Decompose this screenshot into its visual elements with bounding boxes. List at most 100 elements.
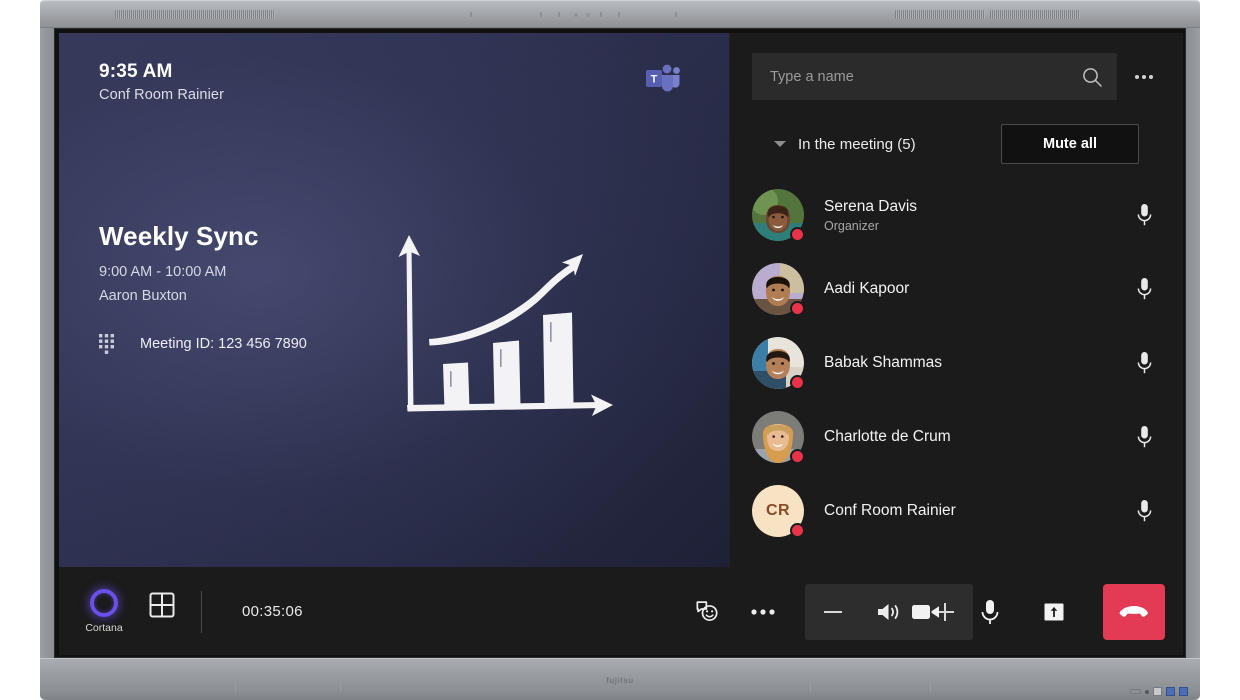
participant-name: Conf Room Rainier — [824, 502, 956, 519]
bar-chart-growth-illustration-icon — [389, 226, 629, 438]
status-badge — [790, 227, 805, 242]
participant-text: Conf Room Rainier — [824, 502, 1107, 520]
toolbar-right — [897, 583, 1165, 640]
meeting-stage: 9:35 AM Conf Room Rainier T Weekly Sync … — [59, 33, 729, 567]
microphone-icon[interactable] — [1127, 203, 1161, 227]
usb3-port-icon — [1179, 687, 1188, 696]
microphone-icon[interactable] — [1127, 277, 1161, 301]
participants-list: Serena Davis Organizer Aadi Kapoor Babak… — [730, 164, 1183, 567]
gallery-layout-icon[interactable] — [149, 592, 175, 618]
toolbar-left: Cortana 00:35:06 — [81, 589, 303, 634]
usb3-port-icon — [1166, 687, 1175, 696]
avatar — [752, 189, 805, 242]
cortana-ring-icon — [90, 589, 118, 617]
device-left-bezel — [40, 28, 54, 658]
search-row — [752, 53, 1161, 100]
meeting-toolbar: Cortana 00:35:06 — [59, 567, 1183, 655]
bezel-marks — [40, 680, 1200, 694]
microsoft-teams-logo-icon: T — [645, 63, 681, 97]
list-item[interactable]: Serena Davis Organizer — [752, 178, 1161, 252]
device-screen: 9:35 AM Conf Room Rainier T Weekly Sync … — [54, 28, 1186, 658]
participants-header: In the meeting (5) Mute all — [730, 33, 1183, 164]
participant-role: Organizer — [824, 218, 879, 233]
sensor-mark-icon — [540, 12, 542, 17]
participant-text: Babak Shammas — [824, 354, 1107, 372]
participant-name: Babak Shammas — [824, 354, 943, 371]
speaker-grille-icon — [895, 10, 985, 19]
search-box[interactable] — [752, 53, 1117, 100]
camera-icon[interactable] — [897, 584, 955, 640]
port-icon — [1153, 687, 1162, 696]
hang-up-button[interactable] — [1103, 583, 1165, 640]
reactions-chat-icon[interactable] — [679, 584, 735, 640]
device-ports — [1130, 687, 1188, 696]
microphone-icon[interactable] — [961, 584, 1019, 640]
sensor-mark-icon — [558, 12, 560, 17]
share-screen-icon[interactable] — [1025, 584, 1083, 640]
app-body: 9:35 AM Conf Room Rainier T Weekly Sync … — [59, 33, 1183, 567]
mute-all-button[interactable]: Mute all — [1001, 124, 1139, 164]
cortana-label: Cortana — [85, 622, 123, 634]
speaker-grille-icon — [990, 10, 1080, 19]
svg-text:T: T — [651, 74, 658, 86]
status-badge — [790, 301, 805, 316]
meeting-time-range: 9:00 AM - 10:00 AM — [99, 264, 227, 280]
participant-text: Serena Davis Organizer — [824, 198, 1107, 233]
usb-port-icon — [1130, 689, 1141, 694]
teams-room-device: 9:35 AM Conf Room Rainier T Weekly Sync … — [40, 0, 1200, 700]
section-row: In the meeting (5) Mute all — [752, 100, 1161, 164]
status-badge — [790, 449, 805, 464]
avatar — [752, 411, 805, 464]
sensor-mark-icon — [675, 12, 677, 17]
sensor-mark-icon — [618, 12, 620, 17]
search-icon[interactable] — [1081, 66, 1103, 88]
more-options-icon[interactable] — [1127, 60, 1161, 94]
search-input[interactable] — [770, 68, 1081, 85]
meeting-id-row: Meeting ID: 123 456 7890 — [99, 334, 399, 354]
list-item[interactable]: Charlotte de Crum — [752, 400, 1161, 474]
participants-panel: In the meeting (5) Mute all — [729, 33, 1183, 567]
speaker-grille-icon — [115, 10, 275, 19]
meeting-title: Weekly Sync — [99, 221, 259, 251]
meeting-id-text: Meeting ID: 123 456 7890 — [140, 336, 307, 352]
list-item[interactable]: CR Conf Room Rainier — [752, 474, 1161, 548]
microphone-icon[interactable] — [1127, 499, 1161, 523]
device-bottom-bezel: fujitsu — [40, 658, 1200, 700]
list-item[interactable]: Babak Shammas — [752, 326, 1161, 400]
chevron-down-icon[interactable] — [774, 141, 786, 147]
participant-name: Serena Davis — [824, 197, 918, 215]
hang-up-icon — [1119, 606, 1148, 617]
sensor-mark-icon — [600, 12, 602, 17]
camera-sensor-icon — [586, 13, 590, 17]
dialpad-icon[interactable] — [99, 334, 114, 354]
toolbar-divider — [201, 590, 202, 633]
section-left[interactable]: In the meeting (5) — [774, 136, 916, 153]
sensor-array — [470, 12, 760, 18]
participant-text: Charlotte de Crum — [824, 428, 1107, 446]
volume-down-button[interactable] — [805, 584, 861, 640]
list-item[interactable]: Aadi Kapoor — [752, 252, 1161, 326]
device-right-bezel — [1186, 28, 1200, 658]
status-badge — [790, 523, 805, 538]
sensor-mark-icon — [470, 12, 472, 17]
camera-sensor-icon — [574, 13, 578, 17]
device-top-bezel — [40, 0, 1200, 28]
participant-text: Aadi Kapoor — [824, 280, 1107, 298]
meeting-timer: 00:35:06 — [242, 603, 303, 620]
status-badge — [790, 375, 805, 390]
meeting-details: Weekly Sync 9:00 AM - 10:00 AM Aaron Bux… — [99, 221, 399, 354]
microphone-icon[interactable] — [1127, 425, 1161, 449]
avatar: CR — [752, 485, 805, 538]
section-title: In the meeting (5) — [798, 135, 916, 153]
stage-clock: 9:35 AM — [99, 61, 173, 82]
teams-meeting-app: 9:35 AM Conf Room Rainier T Weekly Sync … — [59, 33, 1183, 655]
more-options-icon[interactable] — [735, 584, 791, 640]
indicator-led-icon — [1145, 689, 1149, 694]
stage-room-name: Conf Room Rainier — [99, 87, 224, 103]
avatar — [752, 263, 805, 316]
cortana-button[interactable]: Cortana — [81, 589, 127, 634]
participant-name: Charlotte de Crum — [824, 428, 951, 445]
meeting-organizer: Aaron Buxton — [99, 288, 187, 304]
microphone-icon[interactable] — [1127, 351, 1161, 375]
avatar — [752, 337, 805, 390]
